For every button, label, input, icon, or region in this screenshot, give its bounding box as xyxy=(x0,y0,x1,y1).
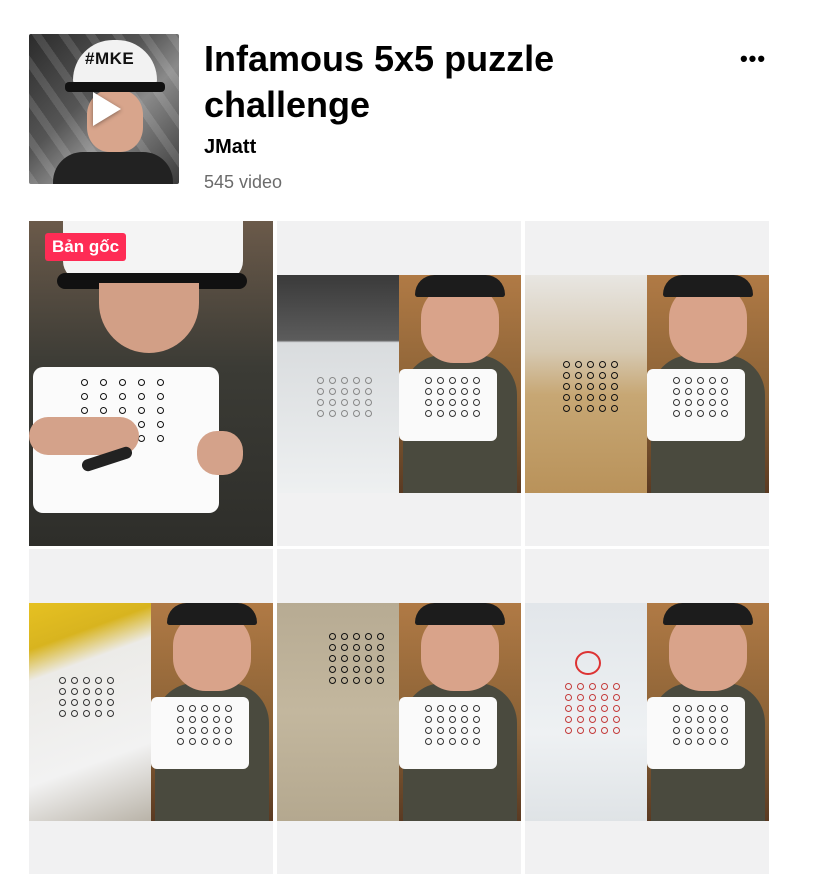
more-options-button[interactable]: ••• xyxy=(737,48,769,74)
video-thumbnail xyxy=(525,603,769,821)
duet-right-panel xyxy=(647,275,769,493)
video-thumbnail xyxy=(277,275,521,493)
cover-cap-text: #MKE xyxy=(85,49,135,68)
dot-grid xyxy=(59,677,115,717)
video-thumbnail xyxy=(525,275,769,493)
duet-left-panel xyxy=(277,275,399,493)
author-name[interactable]: JMatt xyxy=(204,136,256,159)
cover-shirt xyxy=(53,152,173,184)
hand-right-shape xyxy=(197,431,243,475)
playlist-cover[interactable]: #MKE xyxy=(29,34,179,184)
face-shape xyxy=(99,283,199,353)
duet-left-panel xyxy=(277,603,399,821)
original-badge: Bản gốc xyxy=(45,233,127,261)
video-card-1[interactable]: Bản gốc xyxy=(29,221,273,546)
playlist-title: Infamous 5x5 puzzle challenge xyxy=(204,38,555,125)
video-count: 545 video xyxy=(204,172,283,192)
dot-grid xyxy=(565,683,621,734)
video-card-2[interactable] xyxy=(277,221,521,546)
dot-grid xyxy=(329,633,385,684)
video-thumbnail xyxy=(29,603,273,821)
duet-right-panel xyxy=(647,603,769,821)
drawing-shape xyxy=(575,651,601,675)
video-card-7[interactable] xyxy=(29,823,273,865)
playlist-header: #MKE Infamous 5x5 puzzle challenge JMatt… xyxy=(29,34,769,192)
duet-left-panel xyxy=(525,275,647,493)
video-card-8[interactable] xyxy=(277,823,521,865)
dot-grid xyxy=(317,377,373,417)
video-thumbnail xyxy=(29,221,273,546)
duet-left-panel xyxy=(525,603,647,821)
duet-right-panel xyxy=(151,603,273,821)
duet-left-panel xyxy=(29,603,151,821)
duet-right-panel xyxy=(399,275,521,493)
dot-grid xyxy=(563,361,619,412)
more-horizontal-icon: ••• xyxy=(739,46,767,71)
cover-cap-brim xyxy=(65,82,165,92)
video-thumbnail xyxy=(277,603,521,821)
duet-right-panel xyxy=(399,603,521,821)
video-card-9[interactable] xyxy=(525,823,769,865)
play-icon[interactable] xyxy=(93,92,121,126)
video-card-3[interactable] xyxy=(525,221,769,546)
